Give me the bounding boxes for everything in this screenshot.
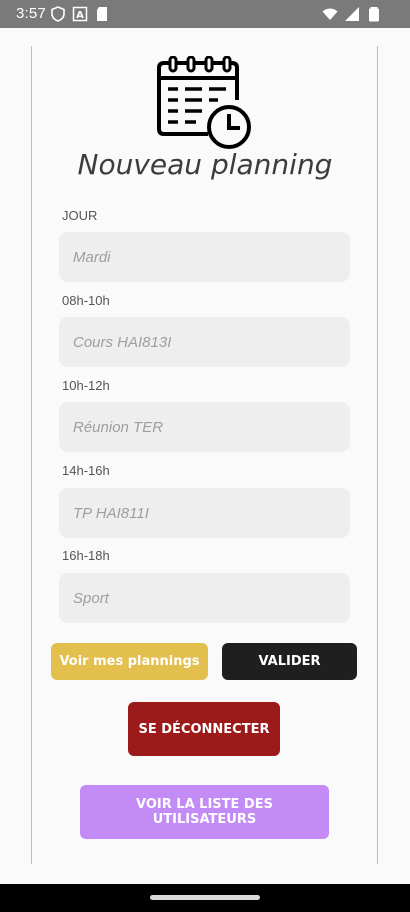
- slot-14-16-input[interactable]: [59, 488, 350, 538]
- navigation-bar: [0, 884, 410, 912]
- status-time: 3:57: [16, 5, 46, 22]
- status-right-icons: [322, 6, 382, 22]
- font-a-icon: A: [72, 6, 88, 22]
- app-content: Nouveau planning JOUR 08h-10h 10h-12h 14…: [0, 28, 410, 884]
- slot-08-10-input[interactable]: [59, 317, 350, 367]
- slot-14-16-label: 14h-16h: [62, 463, 110, 478]
- shield-icon: [51, 6, 65, 22]
- calendar-clock-icon: [157, 56, 251, 149]
- day-label: JOUR: [62, 208, 98, 223]
- slot-10-12-label: 10h-12h: [62, 378, 110, 393]
- slot-10-12-input[interactable]: [59, 402, 350, 452]
- my-plannings-button[interactable]: Voir mes plannings: [51, 643, 208, 680]
- logout-button[interactable]: SE DÉCONNECTER: [128, 702, 280, 756]
- slot-08-10-label: 08h-10h: [62, 293, 110, 308]
- battery-icon: [369, 7, 379, 22]
- slot-16-18-input[interactable]: [59, 573, 350, 623]
- validate-button[interactable]: VALIDER: [222, 643, 357, 680]
- wifi-icon: [322, 8, 338, 20]
- status-bar: 3:57 A: [0, 0, 410, 28]
- slot-16-18-label: 16h-18h: [62, 548, 110, 563]
- status-left-icons: A: [50, 6, 110, 22]
- sd-card-icon: [97, 7, 107, 21]
- home-gesture-handle[interactable]: [150, 895, 260, 900]
- svg-text:A: A: [76, 10, 84, 21]
- page-title: Nouveau planning: [77, 148, 333, 181]
- users-list-button[interactable]: VOIR LA LISTE DES UTILISATEURS: [80, 785, 329, 839]
- signal-icon: [345, 7, 359, 21]
- day-input[interactable]: [59, 232, 350, 282]
